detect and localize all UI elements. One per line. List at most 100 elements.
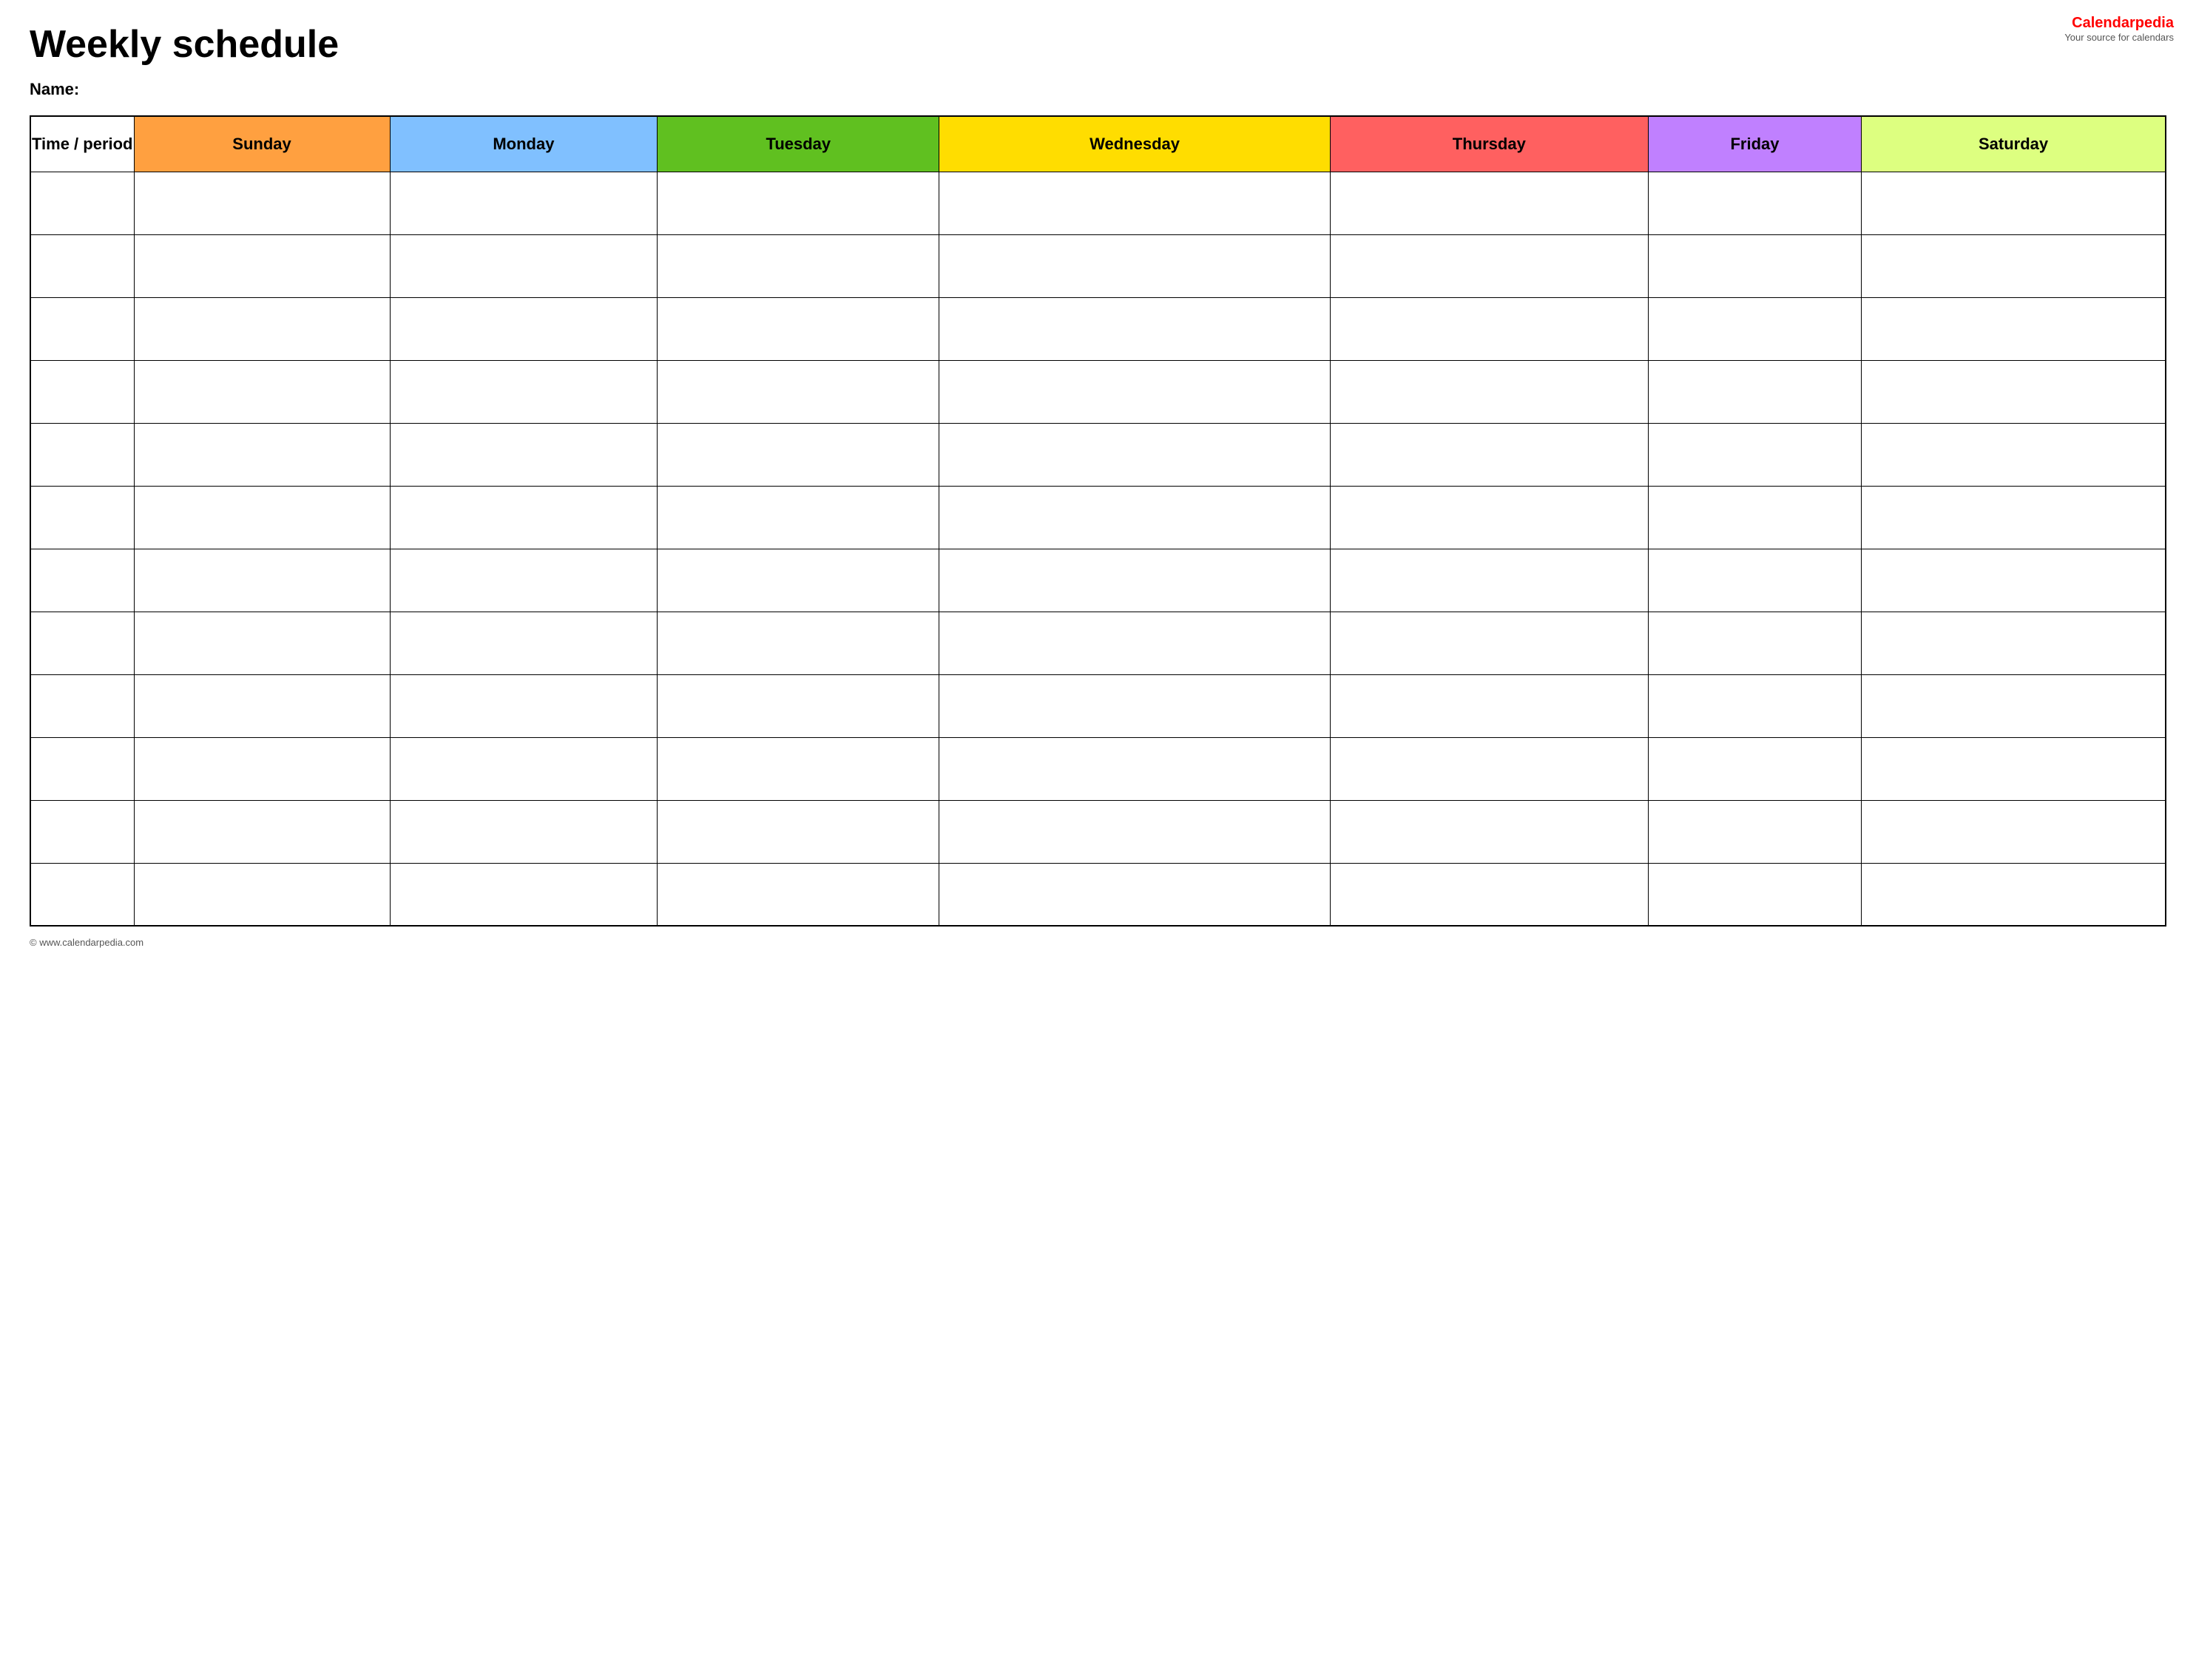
td-cell[interactable] <box>1862 612 2166 674</box>
td-time[interactable] <box>30 612 134 674</box>
td-cell[interactable] <box>1330 423 1648 486</box>
td-cell[interactable] <box>1862 863 2166 926</box>
td-cell[interactable] <box>1648 234 1861 297</box>
td-cell[interactable] <box>1648 863 1861 926</box>
td-cell[interactable] <box>658 423 939 486</box>
td-cell[interactable] <box>134 360 390 423</box>
td-cell[interactable] <box>390 612 658 674</box>
td-cell[interactable] <box>134 612 390 674</box>
td-cell[interactable] <box>1330 549 1648 612</box>
td-cell[interactable] <box>658 360 939 423</box>
td-cell[interactable] <box>134 234 390 297</box>
td-cell[interactable] <box>658 612 939 674</box>
td-cell[interactable] <box>939 360 1330 423</box>
td-cell[interactable] <box>1862 737 2166 800</box>
td-cell[interactable] <box>1648 737 1861 800</box>
td-cell[interactable] <box>390 423 658 486</box>
td-cell[interactable] <box>939 423 1330 486</box>
td-cell[interactable] <box>134 549 390 612</box>
td-cell[interactable] <box>390 360 658 423</box>
td-cell[interactable] <box>1330 737 1648 800</box>
td-cell[interactable] <box>390 549 658 612</box>
td-cell[interactable] <box>939 549 1330 612</box>
table-row <box>30 674 2166 737</box>
td-cell[interactable] <box>1648 360 1861 423</box>
td-cell[interactable] <box>1330 234 1648 297</box>
td-cell[interactable] <box>1862 800 2166 863</box>
td-cell[interactable] <box>658 549 939 612</box>
td-cell[interactable] <box>658 234 939 297</box>
td-cell[interactable] <box>658 737 939 800</box>
table-row <box>30 360 2166 423</box>
td-time[interactable] <box>30 297 134 360</box>
td-cell[interactable] <box>390 800 658 863</box>
td-cell[interactable] <box>134 297 390 360</box>
td-cell[interactable] <box>134 674 390 737</box>
td-cell[interactable] <box>658 172 939 234</box>
td-cell[interactable] <box>134 486 390 549</box>
td-cell[interactable] <box>390 234 658 297</box>
td-cell[interactable] <box>1330 486 1648 549</box>
td-cell[interactable] <box>1648 172 1861 234</box>
td-cell[interactable] <box>939 486 1330 549</box>
td-cell[interactable] <box>390 737 658 800</box>
td-cell[interactable] <box>939 612 1330 674</box>
td-cell[interactable] <box>939 674 1330 737</box>
td-cell[interactable] <box>1862 234 2166 297</box>
td-cell[interactable] <box>939 297 1330 360</box>
td-time[interactable] <box>30 234 134 297</box>
td-cell[interactable] <box>939 800 1330 863</box>
td-cell[interactable] <box>1862 486 2166 549</box>
td-time[interactable] <box>30 800 134 863</box>
td-cell[interactable] <box>1862 674 2166 737</box>
td-cell[interactable] <box>939 737 1330 800</box>
td-cell[interactable] <box>1862 549 2166 612</box>
table-row <box>30 234 2166 297</box>
td-cell[interactable] <box>658 486 939 549</box>
td-cell[interactable] <box>1330 674 1648 737</box>
td-cell[interactable] <box>1648 297 1861 360</box>
td-cell[interactable] <box>1862 423 2166 486</box>
td-cell[interactable] <box>1862 360 2166 423</box>
td-cell[interactable] <box>134 423 390 486</box>
td-cell[interactable] <box>1648 549 1861 612</box>
td-cell[interactable] <box>658 863 939 926</box>
td-time[interactable] <box>30 172 134 234</box>
td-cell[interactable] <box>1330 863 1648 926</box>
td-cell[interactable] <box>1862 172 2166 234</box>
td-time[interactable] <box>30 486 134 549</box>
td-cell[interactable] <box>390 674 658 737</box>
td-cell[interactable] <box>1648 800 1861 863</box>
td-time[interactable] <box>30 863 134 926</box>
td-time[interactable] <box>30 549 134 612</box>
th-wednesday: Wednesday <box>939 116 1330 172</box>
td-cell[interactable] <box>939 863 1330 926</box>
td-cell[interactable] <box>658 297 939 360</box>
td-cell[interactable] <box>390 486 658 549</box>
td-cell[interactable] <box>134 737 390 800</box>
td-cell[interactable] <box>658 800 939 863</box>
td-time[interactable] <box>30 423 134 486</box>
td-cell[interactable] <box>1330 612 1648 674</box>
td-cell[interactable] <box>1330 360 1648 423</box>
td-time[interactable] <box>30 360 134 423</box>
td-cell[interactable] <box>1330 800 1648 863</box>
td-time[interactable] <box>30 737 134 800</box>
td-cell[interactable] <box>658 674 939 737</box>
td-cell[interactable] <box>134 863 390 926</box>
td-cell[interactable] <box>134 800 390 863</box>
td-cell[interactable] <box>1648 486 1861 549</box>
td-cell[interactable] <box>1862 297 2166 360</box>
td-cell[interactable] <box>390 297 658 360</box>
td-cell[interactable] <box>1330 297 1648 360</box>
td-time[interactable] <box>30 674 134 737</box>
td-cell[interactable] <box>939 172 1330 234</box>
td-cell[interactable] <box>390 172 658 234</box>
td-cell[interactable] <box>134 172 390 234</box>
td-cell[interactable] <box>390 863 658 926</box>
td-cell[interactable] <box>1648 612 1861 674</box>
td-cell[interactable] <box>1648 423 1861 486</box>
td-cell[interactable] <box>939 234 1330 297</box>
td-cell[interactable] <box>1330 172 1648 234</box>
td-cell[interactable] <box>1648 674 1861 737</box>
